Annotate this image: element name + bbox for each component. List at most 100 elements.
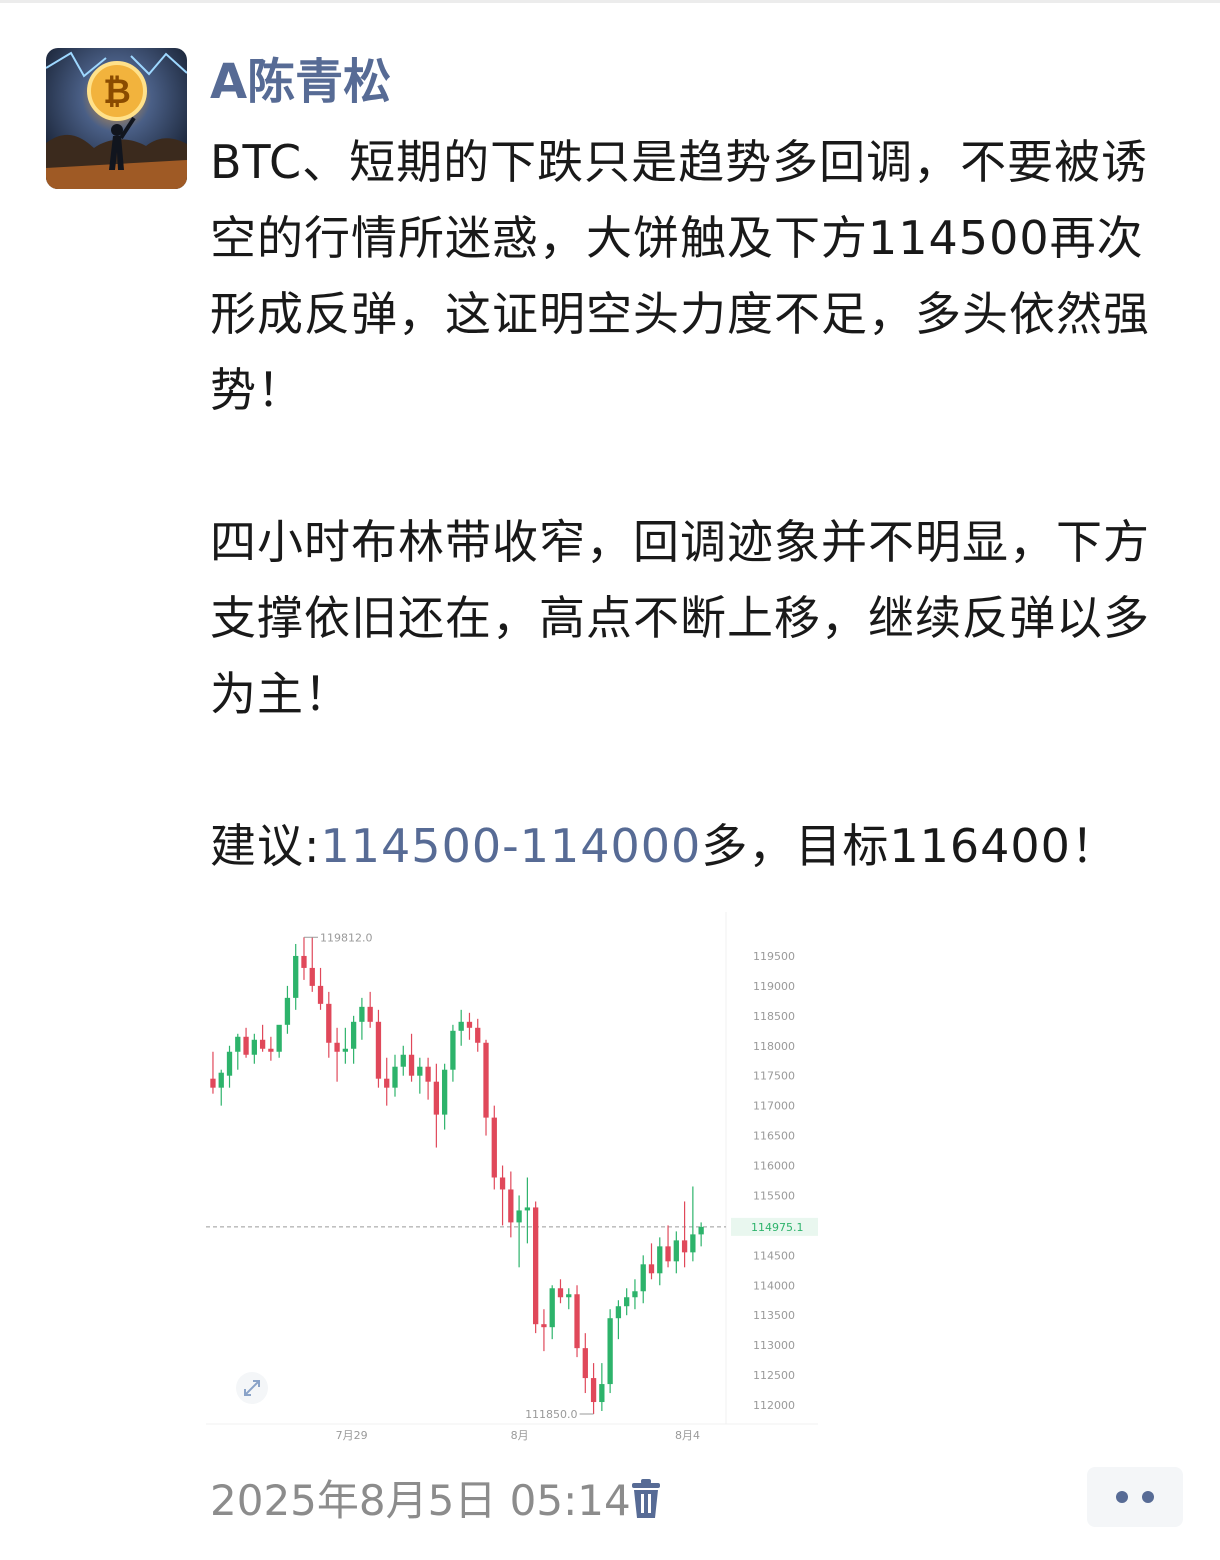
last-price-label: 114975.1 <box>751 1221 804 1234</box>
candle-body <box>417 1066 423 1076</box>
candle-body <box>400 1054 406 1067</box>
more-button[interactable] <box>1087 1467 1183 1527</box>
low-label: 111850.0 <box>525 1408 578 1421</box>
candle-body <box>301 955 307 968</box>
candle-body <box>624 1297 630 1307</box>
y-tick-label: 113000 <box>753 1339 795 1352</box>
y-tick-label: 117000 <box>753 1100 795 1113</box>
post-timestamp: 2025年8月5日 05:14 <box>210 1476 631 1525</box>
candle-body <box>359 1006 365 1022</box>
bitcoin-storm-avatar-icon: ₿ <box>46 48 187 189</box>
candle-body <box>524 1207 531 1211</box>
candle-body <box>334 1042 340 1052</box>
y-tick-label: 117500 <box>753 1070 795 1083</box>
paragraph-1: BTC、短期的下跌只是趋势多回调，不要被诱空的行情所迷惑，大饼触及下方11450… <box>210 135 1150 417</box>
candle-body <box>235 1036 241 1052</box>
candle-body <box>450 1030 456 1070</box>
author-name[interactable]: A陈青松 <box>210 52 391 112</box>
y-tick-label: 114000 <box>753 1279 795 1292</box>
candle-body <box>615 1306 622 1319</box>
y-tick-label: 112500 <box>753 1369 795 1382</box>
candle-body <box>582 1348 588 1379</box>
candle-body <box>317 985 324 1004</box>
candle-body <box>483 1042 489 1118</box>
trash-icon[interactable] <box>627 1478 665 1520</box>
y-tick-label: 116500 <box>753 1130 795 1143</box>
candle-body <box>607 1318 613 1385</box>
candle-body <box>640 1264 646 1292</box>
candle-body <box>392 1066 398 1088</box>
x-tick-label: 8月 <box>511 1429 529 1442</box>
y-tick-label: 114500 <box>753 1249 795 1262</box>
candle-body <box>268 1048 274 1052</box>
candle-body <box>367 1006 373 1022</box>
y-tick-label: 118500 <box>753 1010 795 1023</box>
candle-body <box>226 1051 233 1076</box>
post-text: BTC、短期的下跌只是趋势多回调，不要被诱空的行情所迷惑，大饼触及下方11450… <box>210 124 1170 884</box>
candle-body <box>276 1024 282 1052</box>
candle-body <box>475 1027 481 1043</box>
candle-body <box>259 1039 266 1049</box>
candle-body <box>342 1048 348 1052</box>
candle-body <box>590 1378 597 1403</box>
candle-body <box>657 1246 663 1274</box>
candle-body <box>433 1081 440 1115</box>
candle-body <box>698 1226 704 1235</box>
candle-body <box>499 1177 506 1190</box>
candle-body <box>508 1189 514 1223</box>
candle-body <box>533 1207 539 1325</box>
candle-body <box>210 1078 216 1088</box>
price-chart-image[interactable]: 119500 119000 118500 118000 117500 117000 1165… <box>206 912 826 1452</box>
y-tick-label: 113500 <box>753 1309 795 1322</box>
candle-body <box>408 1054 415 1076</box>
candle-body <box>284 997 291 1025</box>
suggestion-prefix: 建议: <box>210 819 321 873</box>
high-label: 119812.0 <box>320 931 373 944</box>
expand-icon[interactable] <box>236 1372 268 1404</box>
candlestick-chart: 119500 119000 118500 118000 117500 117000 1165… <box>206 912 826 1452</box>
y-tick-label: 119500 <box>753 950 795 963</box>
candle-body <box>243 1036 249 1055</box>
candle-body <box>648 1264 655 1274</box>
y-tick-label: 119000 <box>753 980 795 993</box>
candle-body <box>574 1294 580 1349</box>
x-tick-label: 8月4 <box>675 1429 700 1442</box>
candle-body <box>681 1240 688 1253</box>
candle-body <box>690 1234 696 1253</box>
candle-body <box>599 1384 605 1403</box>
candle-body <box>549 1288 555 1328</box>
more-dots-icon <box>1116 1491 1128 1503</box>
candle-body <box>566 1294 572 1298</box>
price-range-link[interactable]: 114500-114000 <box>321 819 702 873</box>
candle-body <box>557 1288 564 1298</box>
candle-body <box>251 1039 257 1055</box>
candle-body <box>541 1324 547 1328</box>
candle-body <box>516 1210 522 1223</box>
candle-body <box>466 1021 473 1028</box>
paragraph-2: 四小时布林带收窄，回调迹象并不明显，下方支撑依旧还在，高点不断上移，继续反弹以多… <box>210 515 1150 721</box>
candle-body <box>441 1069 448 1115</box>
candle-body <box>425 1066 431 1082</box>
suggestion-suffix: 多，目标116400！ <box>701 819 1118 873</box>
y-tick-label: 115500 <box>753 1189 795 1202</box>
candle-body <box>384 1078 390 1088</box>
candle-body <box>350 1021 357 1049</box>
candle-body <box>375 1021 382 1079</box>
more-dots-icon <box>1142 1491 1154 1503</box>
svg-text:₿: ₿ <box>103 72 131 112</box>
candle-body <box>665 1246 671 1262</box>
avatar[interactable]: ₿ <box>46 48 187 189</box>
candle-body <box>293 955 299 998</box>
y-tick-label: 118000 <box>753 1040 795 1053</box>
candle-body <box>491 1117 497 1178</box>
candle-body <box>458 1021 464 1031</box>
candle-body <box>632 1291 638 1298</box>
candle-body <box>326 1003 332 1043</box>
y-tick-label: 116000 <box>753 1160 795 1173</box>
x-tick-label: 7月29 <box>336 1429 368 1442</box>
top-divider <box>0 0 1220 3</box>
y-tick-label: 112000 <box>753 1399 795 1412</box>
candle-body <box>218 1072 224 1088</box>
candle-body <box>309 967 315 986</box>
candle-body <box>673 1240 679 1262</box>
